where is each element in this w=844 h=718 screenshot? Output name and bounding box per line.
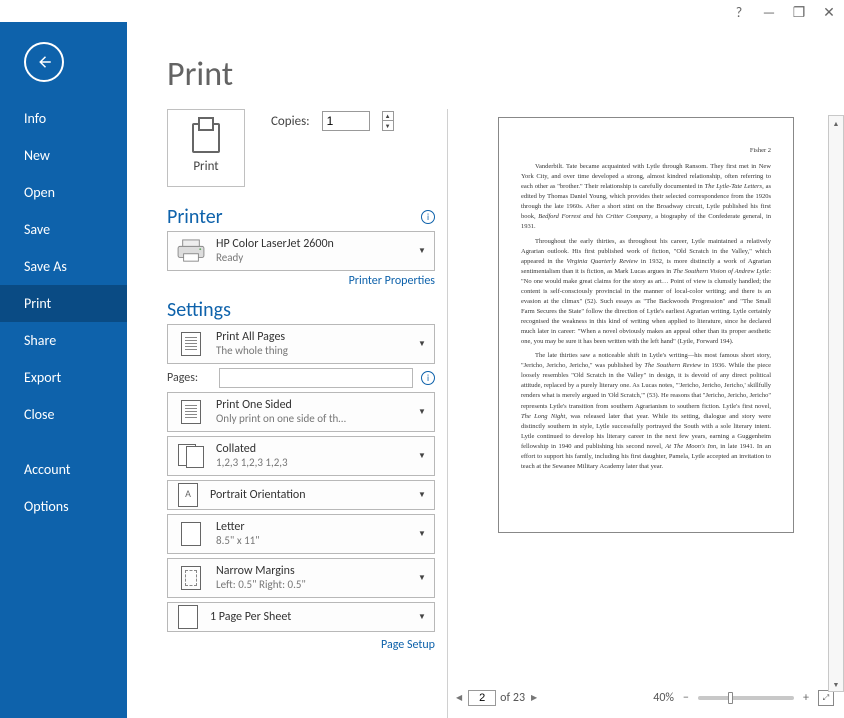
titlebar: ? — ❐ ✕ bbox=[0, 0, 844, 22]
preview-scrollbar[interactable]: ▲ ▼ bbox=[828, 115, 844, 692]
minimise-button[interactable]: — bbox=[762, 5, 776, 19]
nav-save[interactable]: Save bbox=[0, 211, 127, 248]
pages-input[interactable] bbox=[219, 368, 413, 388]
chevron-down-icon: ▼ bbox=[418, 612, 428, 622]
collate-subtitle: 1,2,3 1,2,3 1,2,3 bbox=[216, 456, 410, 470]
preview-paragraph: Throughout the early thirties, as throug… bbox=[521, 237, 771, 348]
zoom-label: 40% bbox=[653, 691, 674, 705]
printer-info-icon[interactable]: i bbox=[421, 210, 435, 224]
what-to-print-subtitle: The whole thing bbox=[216, 344, 410, 358]
print-button-label: Print bbox=[193, 159, 218, 174]
chevron-down-icon: ▼ bbox=[418, 339, 428, 349]
page-title: Print bbox=[167, 54, 844, 95]
paper-size-selector[interactable]: Letter 8.5" x 11" ▼ bbox=[167, 514, 435, 554]
duplex-title: Print One Sided bbox=[216, 398, 410, 412]
nav-close[interactable]: Close bbox=[0, 396, 127, 433]
printer-icon bbox=[190, 123, 222, 153]
printer-device-icon bbox=[174, 234, 208, 268]
margins-subtitle: Left: 0.5" Right: 0.5" bbox=[216, 578, 410, 592]
pages-per-sheet-title: 1 Page Per Sheet bbox=[210, 610, 410, 624]
printer-properties-link[interactable]: Printer Properties bbox=[167, 274, 435, 288]
margins-title: Narrow Margins bbox=[216, 564, 410, 578]
chevron-down-icon: ▼ bbox=[418, 490, 428, 500]
printer-status: Ready bbox=[216, 251, 410, 265]
orientation-selector[interactable]: Portrait Orientation ▼ bbox=[167, 480, 435, 510]
print-button[interactable]: Print bbox=[167, 109, 245, 187]
zoom-out-button[interactable]: − bbox=[680, 691, 692, 705]
nav-account[interactable]: Account bbox=[0, 451, 127, 488]
pages-per-sheet-icon bbox=[174, 603, 202, 631]
print-preview: Fisher 2 Vanderbilt. Tate became acquain… bbox=[448, 109, 844, 686]
document-icon bbox=[174, 327, 208, 361]
margins-selector[interactable]: Narrow Margins Left: 0.5" Right: 0.5" ▼ bbox=[167, 558, 435, 598]
nav-export[interactable]: Export bbox=[0, 359, 127, 396]
collate-title: Collated bbox=[216, 442, 410, 456]
preview-paragraph: The late thirties saw a noticeable shift… bbox=[521, 351, 771, 472]
what-to-print-title: Print All Pages bbox=[216, 330, 410, 344]
orientation-title: Portrait Orientation bbox=[210, 488, 410, 502]
printer-heading: Printer bbox=[167, 205, 223, 229]
nav-options[interactable]: Options bbox=[0, 488, 127, 525]
arrow-left-icon bbox=[35, 53, 53, 71]
fit-to-page-button[interactable]: ⤢ bbox=[818, 690, 834, 706]
nav-print[interactable]: Print bbox=[0, 285, 127, 322]
chevron-down-icon: ▼ bbox=[418, 407, 428, 417]
scroll-up-icon[interactable]: ▲ bbox=[829, 116, 843, 130]
settings-heading: Settings bbox=[167, 298, 231, 322]
help-icon[interactable]: ? bbox=[732, 5, 746, 19]
nav-info[interactable]: Info bbox=[0, 100, 127, 137]
nav-new[interactable]: New bbox=[0, 137, 127, 174]
preview-paragraph: Vanderbilt. Tate became acquainted with … bbox=[521, 162, 771, 232]
portrait-icon bbox=[174, 481, 202, 509]
current-page-input[interactable] bbox=[468, 690, 496, 706]
copies-increment[interactable]: ▲ bbox=[383, 112, 393, 121]
printer-selector[interactable]: HP Color LaserJet 2600n Ready ▼ bbox=[167, 231, 435, 271]
prev-page-button[interactable]: ◀ bbox=[454, 693, 464, 703]
pages-info-icon[interactable]: i bbox=[421, 371, 435, 385]
what-to-print-selector[interactable]: Print All Pages The whole thing ▼ bbox=[167, 324, 435, 364]
page-of-label: of 23 bbox=[500, 691, 525, 705]
copies-label: Copies: bbox=[271, 114, 310, 129]
chevron-down-icon: ▼ bbox=[418, 529, 428, 539]
next-page-button[interactable]: ▶ bbox=[529, 693, 539, 703]
page-setup-link[interactable]: Page Setup bbox=[167, 638, 435, 652]
page-header: Fisher 2 bbox=[521, 146, 771, 156]
zoom-in-button[interactable]: + bbox=[800, 691, 812, 705]
duplex-subtitle: Only print on one side of th… bbox=[216, 412, 410, 426]
page-single-side-icon bbox=[174, 395, 208, 429]
duplex-selector[interactable]: Print One Sided Only print on one side o… bbox=[167, 392, 435, 432]
copies-decrement[interactable]: ▼ bbox=[383, 121, 393, 130]
back-button[interactable] bbox=[24, 42, 64, 82]
pages-label: Pages: bbox=[167, 371, 211, 385]
scroll-down-icon[interactable]: ▼ bbox=[829, 677, 843, 691]
maximise-button[interactable]: ❐ bbox=[792, 5, 806, 19]
chevron-down-icon: ▼ bbox=[418, 246, 428, 256]
printer-name: HP Color LaserJet 2600n bbox=[216, 237, 410, 251]
copies-input[interactable] bbox=[322, 111, 370, 131]
nav-open[interactable]: Open bbox=[0, 174, 127, 211]
chevron-down-icon: ▼ bbox=[418, 573, 428, 583]
paper-title: Letter bbox=[216, 520, 410, 534]
close-button[interactable]: ✕ bbox=[822, 5, 836, 19]
chevron-down-icon: ▼ bbox=[418, 451, 428, 461]
zoom-slider[interactable] bbox=[698, 696, 794, 700]
collate-icon bbox=[174, 439, 208, 473]
paper-icon bbox=[174, 517, 208, 551]
nav-share[interactable]: Share bbox=[0, 322, 127, 359]
backstage-sidebar: Info New Open Save Save As Print Share E… bbox=[0, 22, 127, 718]
paper-subtitle: 8.5" x 11" bbox=[216, 534, 410, 548]
pages-per-sheet-selector[interactable]: 1 Page Per Sheet ▼ bbox=[167, 602, 435, 632]
preview-page: Fisher 2 Vanderbilt. Tate became acquain… bbox=[498, 117, 794, 533]
collate-selector[interactable]: Collated 1,2,3 1,2,3 1,2,3 ▼ bbox=[167, 436, 435, 476]
margins-icon bbox=[174, 561, 208, 595]
nav-save-as[interactable]: Save As bbox=[0, 248, 127, 285]
